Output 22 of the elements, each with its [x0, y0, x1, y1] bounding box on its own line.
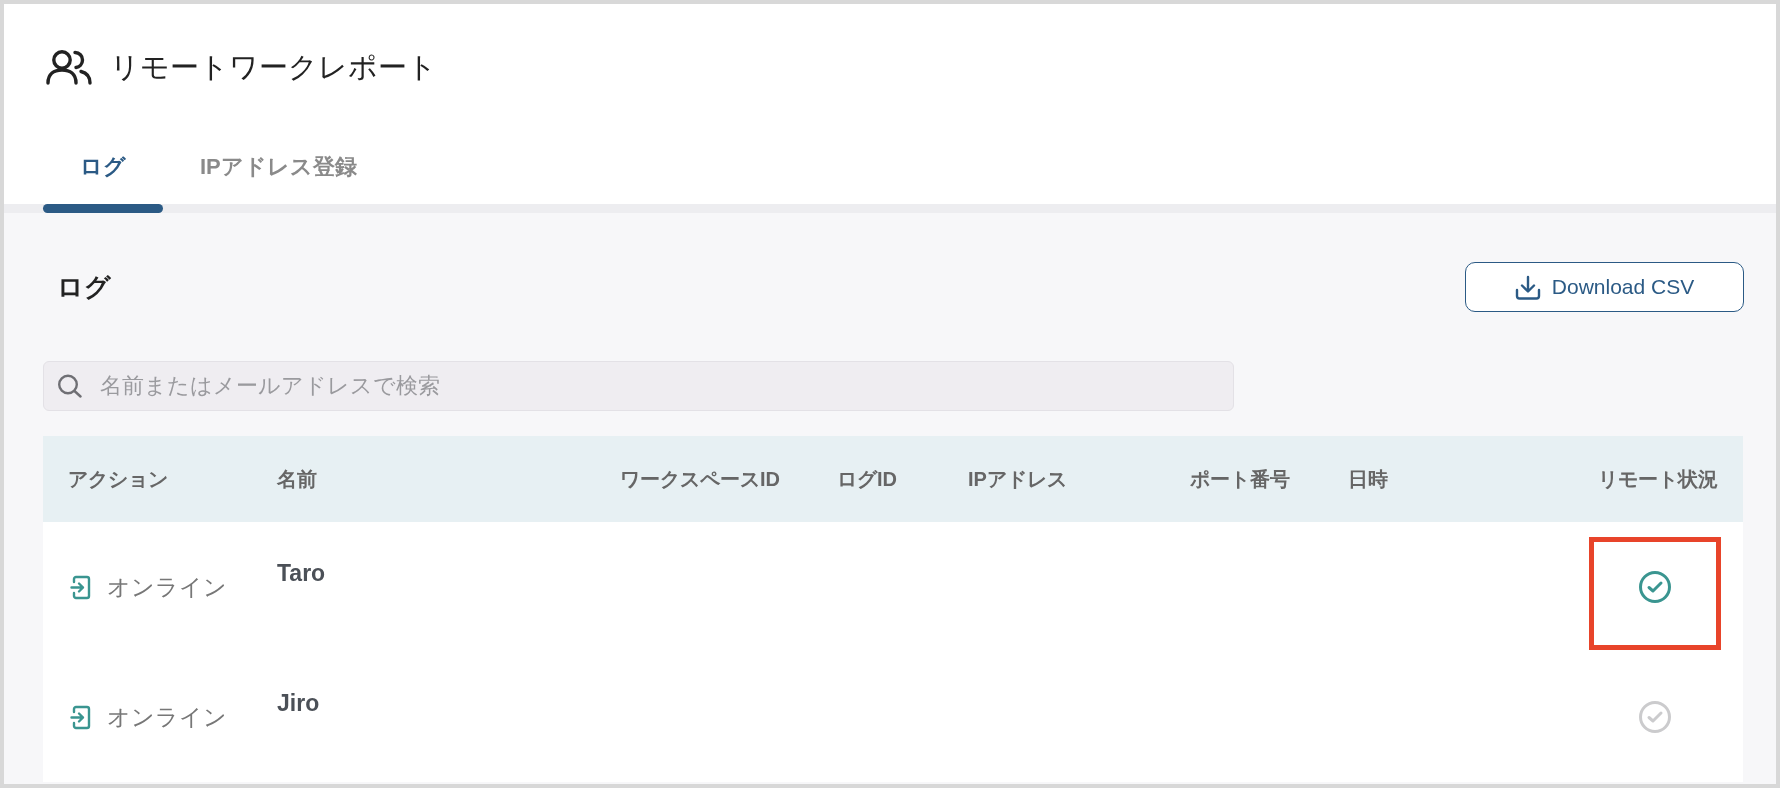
- user-name: Taro: [277, 559, 326, 588]
- column-header: ワークスペースID: [620, 466, 781, 492]
- column-header: ポート番号: [1190, 466, 1291, 492]
- user-name: Jiro: [277, 689, 320, 718]
- download-csv-button[interactable]: Download CSV: [1465, 262, 1744, 312]
- users-icon: [46, 49, 92, 85]
- search-icon: [57, 374, 83, 398]
- column-header: 名前: [277, 466, 318, 492]
- arrow-box-icon: [70, 574, 91, 600]
- page-title: リモートワークレポート: [110, 50, 437, 85]
- download-icon: [1514, 274, 1541, 300]
- column-header: アクション: [68, 466, 169, 492]
- search-field[interactable]: 名前またはメールアドレスで検索: [43, 361, 1234, 411]
- tab[interactable]: ログ: [43, 130, 163, 213]
- column-header: ログID: [837, 466, 898, 492]
- column-header: IPアドレス: [968, 466, 1068, 492]
- action-label: オンライン: [107, 702, 227, 732]
- action-label: オンライン: [107, 572, 227, 602]
- section-title: ログ: [57, 270, 111, 304]
- arrow-box-icon: [70, 704, 91, 730]
- column-header: 日時: [1348, 466, 1389, 492]
- column-header: リモート状況: [1597, 466, 1718, 492]
